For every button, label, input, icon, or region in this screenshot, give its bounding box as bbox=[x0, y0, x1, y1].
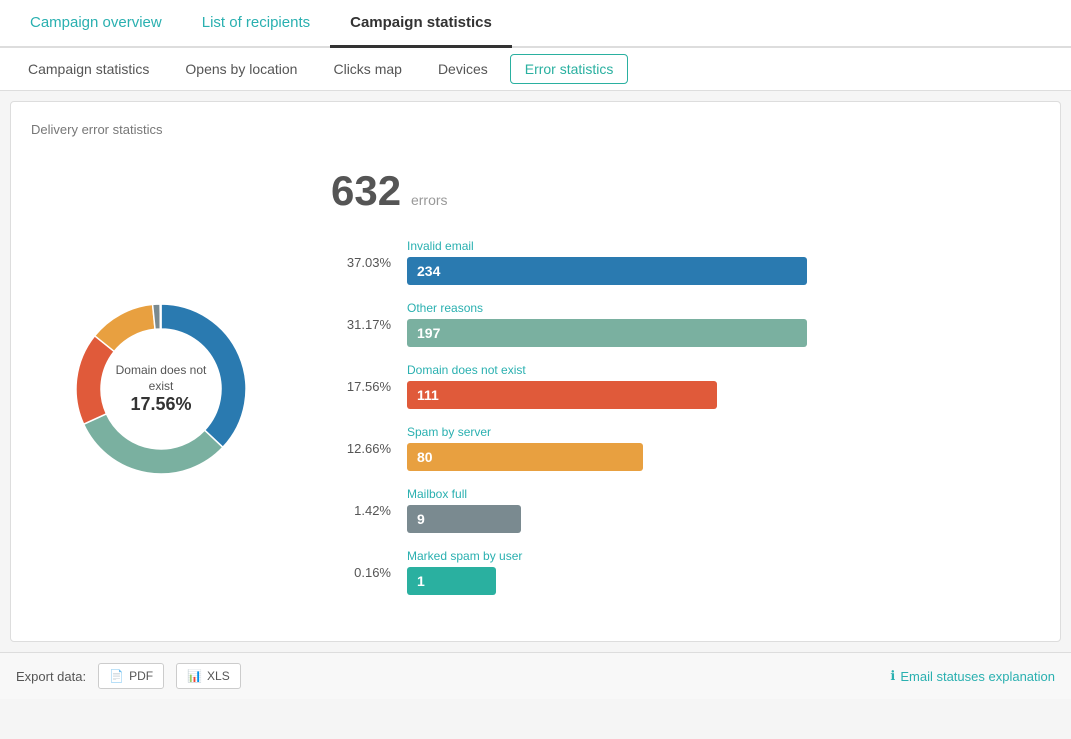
stat-row-mailbox-full: 1.42% Mailbox full 9 bbox=[331, 487, 1020, 533]
stat-bar-group-marked-spam-by-user: Marked spam by user 1 bbox=[407, 549, 1020, 595]
stat-bar-group-domain-does-not-exist: Domain does not exist 111 bbox=[407, 363, 1020, 409]
stat-pct-marked-spam-by-user: 0.16% bbox=[331, 565, 391, 580]
total-error-count: 632 bbox=[331, 167, 401, 214]
stat-pct-spam-by-server: 12.66% bbox=[331, 441, 391, 456]
stat-row-marked-spam-by-user: 0.16% Marked spam by user 1 bbox=[331, 549, 1020, 595]
stat-label-mailbox-full: Mailbox full bbox=[407, 487, 1020, 501]
stat-bar-spam-by-server: 80 bbox=[407, 443, 643, 471]
main-content: Delivery error statistics Domain does no… bbox=[10, 101, 1061, 642]
xls-icon: 📊 bbox=[187, 669, 202, 683]
pdf-icon: 📄 bbox=[109, 669, 124, 683]
subtab-error-statistics[interactable]: Error statistics bbox=[510, 54, 629, 84]
subtab-clicks-map[interactable]: Clicks map bbox=[315, 48, 419, 90]
xls-label: XLS bbox=[207, 669, 230, 683]
xls-export-button[interactable]: 📊 XLS bbox=[176, 663, 241, 689]
donut-svg bbox=[51, 279, 271, 499]
stat-row-other-reasons: 31.17% Other reasons 197 bbox=[331, 301, 1020, 347]
section-title: Delivery error statistics bbox=[31, 122, 1040, 137]
sub-tabs: Campaign statistics Opens by location Cl… bbox=[0, 48, 1071, 91]
tab-campaign-statistics[interactable]: Campaign statistics bbox=[330, 0, 512, 48]
pdf-label: PDF bbox=[129, 669, 153, 683]
tab-campaign-overview[interactable]: Campaign overview bbox=[10, 0, 182, 48]
email-statuses-label: Email statuses explanation bbox=[900, 669, 1055, 684]
errors-label: errors bbox=[411, 192, 448, 208]
stat-pct-invalid-email: 37.03% bbox=[331, 255, 391, 270]
stat-pct-mailbox-full: 1.42% bbox=[331, 503, 391, 518]
email-statuses-link[interactable]: ℹ Email statuses explanation bbox=[890, 668, 1055, 684]
stat-row-invalid-email: 37.03% Invalid email 234 bbox=[331, 239, 1020, 285]
total-errors: 632 errors bbox=[331, 167, 1020, 215]
footer: Export data: 📄 PDF 📊 XLS ℹ Email statuse… bbox=[0, 652, 1071, 699]
tab-list-of-recipients[interactable]: List of recipients bbox=[182, 0, 330, 48]
stat-row-spam-by-server: 12.66% Spam by server 80 bbox=[331, 425, 1020, 471]
stat-bar-group-mailbox-full: Mailbox full 9 bbox=[407, 487, 1020, 533]
stat-pct-other-reasons: 31.17% bbox=[331, 317, 391, 332]
info-icon: ℹ bbox=[890, 668, 895, 684]
stat-row-domain-does-not-exist: 17.56% Domain does not exist 111 bbox=[331, 363, 1020, 409]
stat-label-marked-spam-by-user: Marked spam by user bbox=[407, 549, 1020, 563]
export-data-label: Export data: bbox=[16, 669, 86, 684]
subtab-opens-by-location[interactable]: Opens by location bbox=[167, 48, 315, 90]
stat-bar-group-invalid-email: Invalid email 234 bbox=[407, 239, 1020, 285]
pdf-export-button[interactable]: 📄 PDF bbox=[98, 663, 164, 689]
donut-chart: Domain does not exist 17.56% bbox=[51, 279, 271, 499]
stat-label-spam-by-server: Spam by server bbox=[407, 425, 1020, 439]
stat-bar-mailbox-full: 9 bbox=[407, 505, 521, 533]
subtab-devices[interactable]: Devices bbox=[420, 48, 506, 90]
top-tabs: Campaign overview List of recipients Cam… bbox=[0, 0, 1071, 48]
stat-pct-domain-does-not-exist: 17.56% bbox=[331, 379, 391, 394]
stats-right: 632 errors 37.03% Invalid email 234 31.1… bbox=[331, 167, 1020, 611]
stat-label-invalid-email: Invalid email bbox=[407, 239, 1020, 253]
stat-bar-group-other-reasons: Other reasons 197 bbox=[407, 301, 1020, 347]
stat-label-domain-does-not-exist: Domain does not exist bbox=[407, 363, 1020, 377]
stat-label-other-reasons: Other reasons bbox=[407, 301, 1020, 315]
stat-rows-container: 37.03% Invalid email 234 31.17% Other re… bbox=[331, 239, 1020, 595]
subtab-campaign-statistics[interactable]: Campaign statistics bbox=[10, 48, 167, 90]
stats-container: Domain does not exist 17.56% 632 errors … bbox=[31, 157, 1040, 621]
stat-bar-marked-spam-by-user: 1 bbox=[407, 567, 496, 595]
stat-bar-domain-does-not-exist: 111 bbox=[407, 381, 717, 409]
stat-bar-group-spam-by-server: Spam by server 80 bbox=[407, 425, 1020, 471]
footer-left: Export data: 📄 PDF 📊 XLS bbox=[16, 663, 241, 689]
stat-bar-other-reasons: 197 bbox=[407, 319, 807, 347]
stat-bar-invalid-email: 234 bbox=[407, 257, 807, 285]
